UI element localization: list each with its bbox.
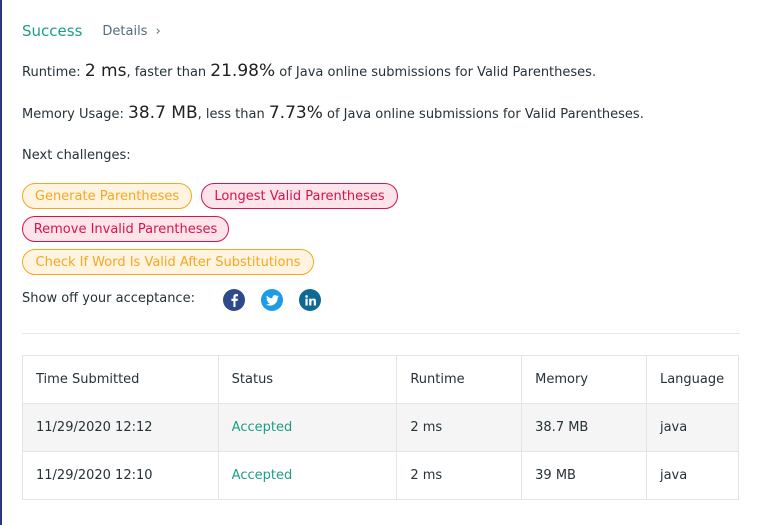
- runtime-middle: , faster than: [126, 65, 211, 80]
- submissions-table: Time Submitted Status Runtime Memory Lan…: [22, 355, 740, 500]
- status-title: Success: [22, 22, 83, 40]
- challenge-tag-check-if-word-is-valid[interactable]: Check If Word Is Valid After Substitutio…: [22, 249, 314, 275]
- facebook-icon[interactable]: [223, 289, 245, 311]
- cell-language: java: [645, 451, 740, 500]
- cell-language: java: [645, 403, 740, 452]
- cell-memory: 38.7 MB: [521, 403, 647, 452]
- cell-time: 11/29/2020 12:12: [22, 403, 219, 452]
- memory-label: Memory Usage:: [22, 107, 129, 122]
- challenge-tag-generate-parentheses[interactable]: Generate Parentheses: [22, 183, 192, 209]
- memory-middle: , less than: [197, 107, 269, 122]
- header-memory[interactable]: Memory: [521, 355, 647, 404]
- cell-runtime: 2 ms: [396, 403, 523, 452]
- memory-suffix: of Java online submissions for Valid Par…: [322, 107, 644, 122]
- memory-value: 38.7 MB: [128, 103, 198, 123]
- cell-status-link[interactable]: Accepted: [217, 451, 398, 500]
- runtime-suffix: of Java online submissions for Valid Par…: [275, 65, 597, 80]
- section-divider: [22, 333, 740, 334]
- memory-percent: 7.73%: [268, 103, 323, 123]
- header-time-submitted[interactable]: Time Submitted: [22, 355, 219, 404]
- runtime-value: 2 ms: [84, 61, 127, 81]
- result-header: Success Details ›: [22, 20, 161, 42]
- cell-memory: 39 MB: [521, 451, 647, 500]
- header-runtime[interactable]: Runtime: [396, 355, 523, 404]
- twitter-icon[interactable]: [261, 289, 283, 311]
- linkedin-icon[interactable]: [299, 289, 321, 311]
- challenge-tag-remove-invalid-parentheses[interactable]: Remove Invalid Parentheses: [22, 216, 229, 242]
- details-label: Details: [102, 23, 148, 39]
- header-language[interactable]: Language: [645, 355, 740, 404]
- table-row: 11/29/2020 12:10 Accepted 2 ms 39 MB jav…: [22, 451, 740, 500]
- runtime-label: Runtime:: [22, 65, 85, 80]
- table-header-row: Time Submitted Status Runtime Memory Lan…: [22, 355, 740, 404]
- chevron-right-icon: ›: [155, 23, 161, 39]
- header-status[interactable]: Status: [217, 355, 398, 404]
- table-row: 11/29/2020 12:12 Accepted 2 ms 38.7 MB j…: [22, 403, 740, 452]
- cell-time: 11/29/2020 12:10: [22, 451, 219, 500]
- runtime-percent: 21.98%: [210, 61, 276, 81]
- details-link[interactable]: Details ›: [102, 24, 160, 39]
- challenge-tag-longest-valid-parentheses[interactable]: Longest Valid Parentheses: [201, 183, 398, 209]
- cell-runtime: 2 ms: [396, 451, 523, 500]
- submission-result-panel: Success Details › Runtime: 2 ms, faster …: [0, 0, 757, 525]
- memory-summary: Memory Usage: 38.7 MB, less than 7.73% o…: [22, 103, 644, 123]
- cell-status-link[interactable]: Accepted: [217, 403, 398, 452]
- next-challenges-label: Next challenges:: [22, 148, 131, 163]
- runtime-summary: Runtime: 2 ms, faster than 21.98% of Jav…: [22, 61, 596, 81]
- share-label: Show off your acceptance:: [22, 291, 195, 306]
